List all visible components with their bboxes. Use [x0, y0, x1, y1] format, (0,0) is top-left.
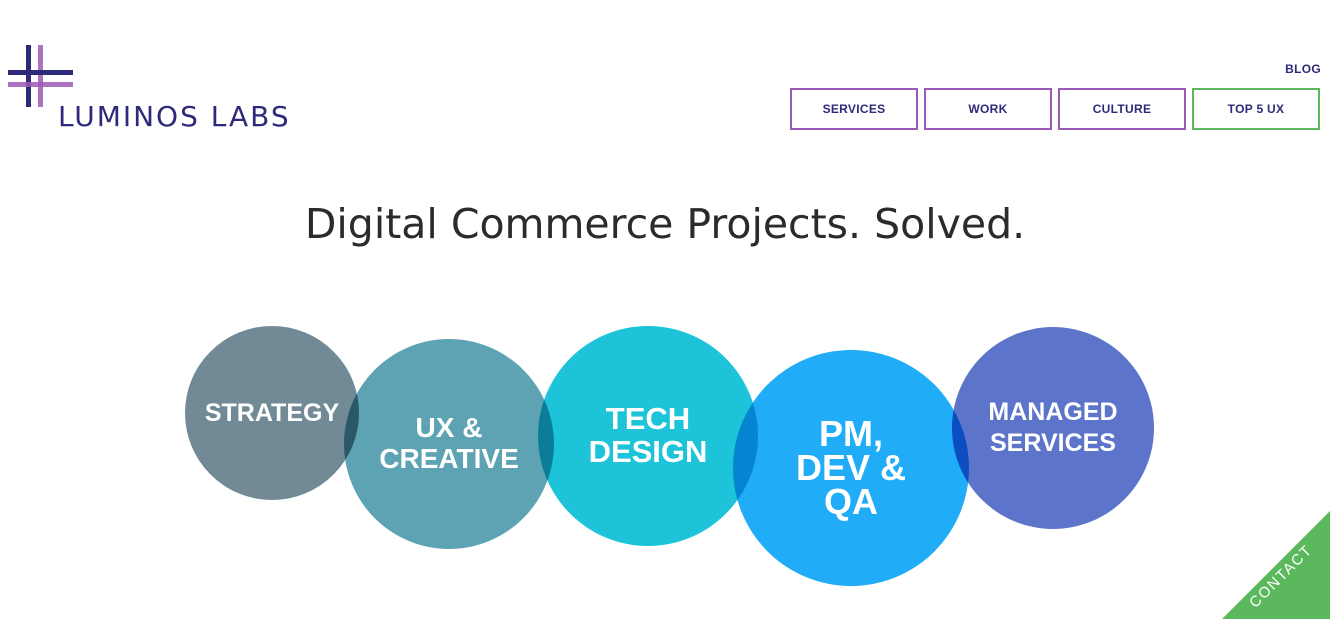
circle-label: MANAGED SERVICES [988, 397, 1118, 457]
circle-pm-dev-qa[interactable]: PM, DEV & QA [733, 350, 969, 586]
circle-managed-services[interactable]: MANAGED SERVICES [952, 327, 1154, 529]
circle-label: STRATEGY [204, 398, 340, 427]
contact-ribbon-background [1222, 511, 1330, 619]
circle-label: TECH DESIGN [588, 401, 708, 469]
service-circles: STRATEGY UX & CREATIVE TECH DESIGN PM, D… [0, 0, 1330, 619]
contact-ribbon[interactable]: CONTACT [1220, 509, 1330, 619]
circle-ux-creative[interactable]: UX & CREATIVE [344, 339, 554, 549]
circle-label: UX & CREATIVE [379, 412, 519, 474]
circle-tech-design[interactable]: TECH DESIGN [538, 326, 758, 546]
circle-label: PM, DEV & QA [795, 412, 907, 523]
circle-strategy[interactable]: STRATEGY [185, 326, 359, 500]
